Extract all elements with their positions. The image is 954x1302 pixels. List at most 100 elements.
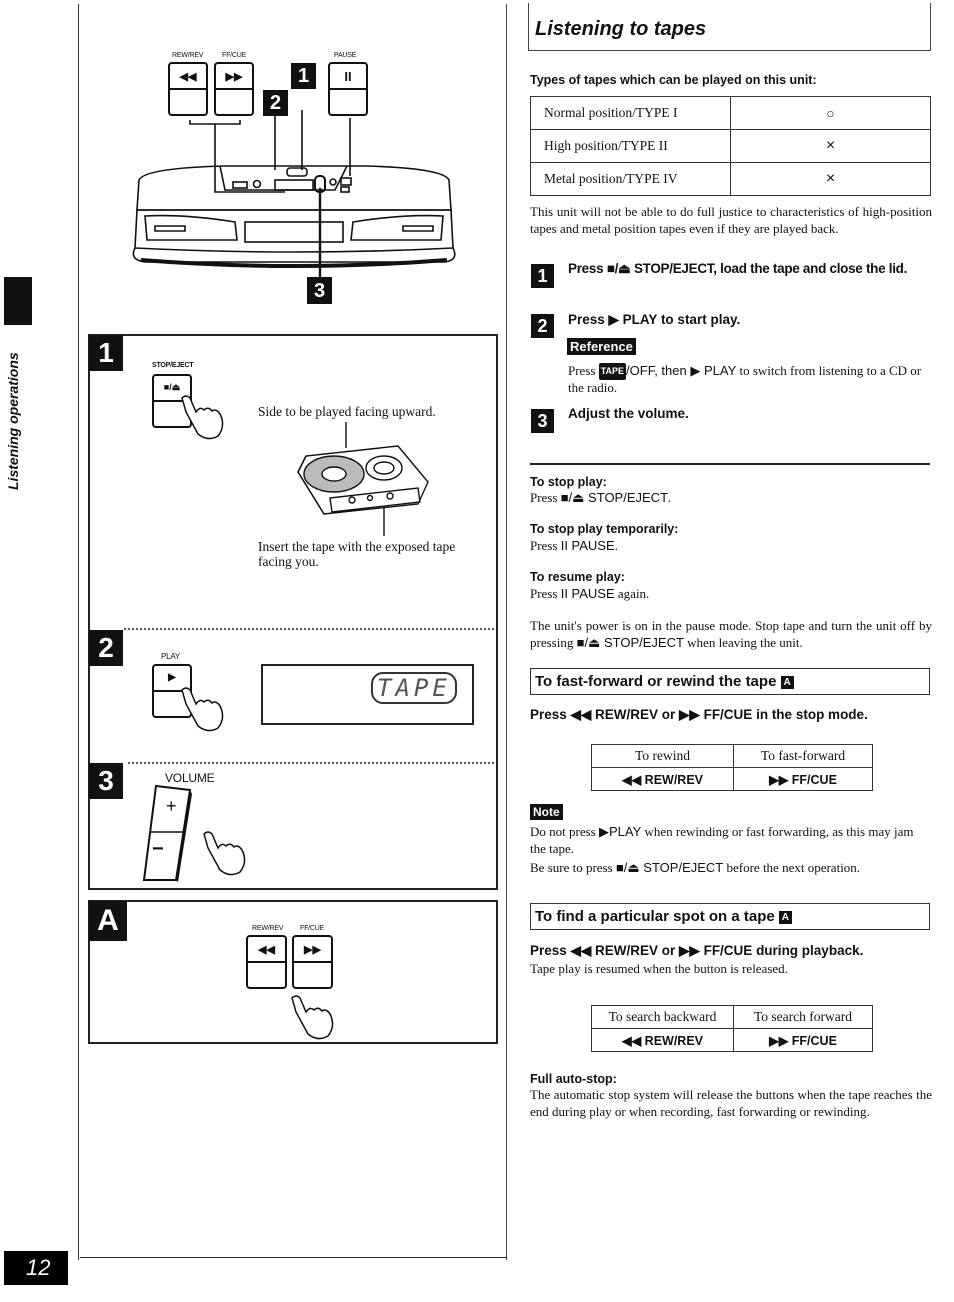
pause-key-label: PAUSE [334,52,357,59]
callout-1: 1 [291,63,316,89]
find-spot-sub: Tape play is resumed when the button is … [530,961,788,976]
tip-text: Press ■/⏏ STOP/EJECT. [530,490,671,507]
table-header-cell: To search backward [591,1005,734,1029]
find-spot-heading-text: To find a particular spot on a tape [535,908,775,925]
figure-a-tag: A [780,676,794,689]
reference-text-mid: /OFF, then [626,363,691,378]
tip-heading: To resume play: [530,570,625,584]
step-2-badge: 2 [531,314,554,338]
note-2-post: before the next operation. [723,860,861,875]
ff-key: ▶▶ [214,62,254,116]
fast-forward-icon: ▶▶ [225,71,243,83]
boombox-illustration [132,110,456,277]
stop-eject-key-label: STOP/EJECT [152,362,194,369]
column-divider [506,4,507,1260]
ff-rew-heading: To fast-forward or rewind the tape A [530,668,930,695]
rewind-icon: ◀◀ [179,71,197,83]
play-key-label: PLAY [161,652,181,661]
panel-a-badge: A [89,901,127,941]
play-label: ▶ PLAY [690,363,737,378]
table-cell: ◀◀ REW/REV [591,767,734,791]
panel-a-rew-key: ◀◀ [246,935,287,989]
pause-note: The unit's power is on in the pause mode… [530,618,932,651]
tip-text: Press II PAUSE again. [530,586,649,603]
auto-stop-heading: Full auto-stop: [530,1072,617,1086]
table-cell: ◀◀ REW/REV [591,1028,734,1052]
pointing-hand-icon [181,395,224,440]
tip-key: ■/⏏ STOP/EJECT [560,490,669,505]
table-cell: ▶▶ FF/CUE [733,1028,873,1052]
find-spot-table: To search backward To search forward ◀◀ … [591,1005,873,1052]
reference-text-pre: Press [568,363,599,378]
panel-divider [124,628,494,630]
find-spot-heading: To find a particular spot on a tape A [530,903,930,930]
tip-heading: To stop play: [530,475,607,489]
note-2-pre: Be sure to press [530,860,616,875]
volume-up-icon: + [166,796,177,816]
bottom-rule [80,1257,507,1258]
step-1-text: Press ■/⏏ STOP/EJECT, load the tape and … [568,261,908,276]
ff-rew-heading-text: To fast-forward or rewind the tape [535,673,777,690]
left-column-rule [78,4,79,1260]
panel-a-ff-key: ▶▶ [292,935,333,989]
panel-a-rew-label: REW/REV [252,925,284,932]
volume-key-label: VOLUME [165,771,215,785]
note-1-key: ▶PLAY [598,824,642,839]
page-number: 12 [4,1251,68,1285]
panel-a-ff-label: FF/CUE [300,925,325,932]
caption-side-up: Side to be played facing upward. [258,404,436,419]
step-2-text: Press ▶ PLAY to start play. [568,312,741,327]
reference-text: Press TAPE/OFF, then ▶ PLAY to switch fr… [568,363,930,396]
pointing-hand-icon [181,687,224,732]
tip-post: again. [614,586,650,601]
figure-a-tag: A [778,911,792,924]
volume-down-icon: − [152,838,164,860]
auto-stop-text: The automatic stop system will release t… [530,1087,932,1119]
pause-key: II [328,62,368,116]
pointing-hand-icon [291,995,334,1040]
tip-heading: To stop play temporarily: [530,522,679,536]
callout-3: 3 [307,277,332,304]
rew-key: ◀◀ [168,62,208,116]
tape-playable-cell: × [730,129,931,163]
tip-post: . [614,538,618,553]
section-tab-marker [4,277,32,325]
table-row: ◀◀ REW/REV ▶▶ FF/CUE [591,767,873,791]
caption-exposed-tape: Insert the tape with the exposed tape fa… [258,539,456,569]
table-row: To search backward To search forward [591,1005,873,1029]
note-2-key: ■/⏏ STOP/EJECT [615,860,724,875]
panel-1-badge: 1 [89,335,123,371]
step-3-text: Adjust the volume. [568,406,689,421]
tip-key: II PAUSE [560,586,615,601]
tape-type-cell: High position/TYPE II [530,129,731,163]
step-1-badge: 1 [531,264,554,288]
tip-pre: Press [530,490,561,505]
table-row: Metal position/TYPE IV × [530,162,931,196]
table-header-cell: To rewind [591,744,734,768]
table-row: Normal position/TYPE I ○ [530,96,931,130]
note-1-pre: Do not press [530,824,599,839]
tip-post: . [668,490,672,505]
tip-text: Press II PAUSE. [530,538,618,555]
fast-forward-icon: ▶▶ [304,944,321,956]
table-row: To rewind To fast-forward [591,744,873,768]
tip-pre: Press [530,586,561,601]
tape-types-heading: Types of tapes which can be played on th… [530,73,817,87]
panel-2-badge: 2 [89,630,123,666]
pause-note-post: when leaving the unit. [683,634,803,650]
find-spot-instruction: Press ◀◀ REW/REV or ▶▶ FF/CUE during pla… [530,943,864,958]
tape-button-icon: TAPE [598,363,627,380]
tape-type-cell: Normal position/TYPE I [530,96,731,130]
section-rule [530,463,930,465]
pause-icon: II [344,69,352,84]
section-tab-label: Listening operations [5,352,21,490]
panel-divider [128,762,494,764]
rewind-icon: ◀◀ [258,944,275,956]
tape-types-table: Normal position/TYPE I ○ High position/T… [530,96,931,196]
ff-rew-instruction: Press ◀◀ REW/REV or ▶▶ FF/CUE in the sto… [530,707,868,722]
rew-key-label: REW/REV [172,52,204,59]
note-text-1: Do not press ▶PLAY when rewinding or fas… [530,824,932,857]
panel-3-badge: 3 [89,763,123,799]
play-icon: ▶ [168,672,176,683]
tape-types-note: This unit will not be able to do full ju… [530,204,932,236]
